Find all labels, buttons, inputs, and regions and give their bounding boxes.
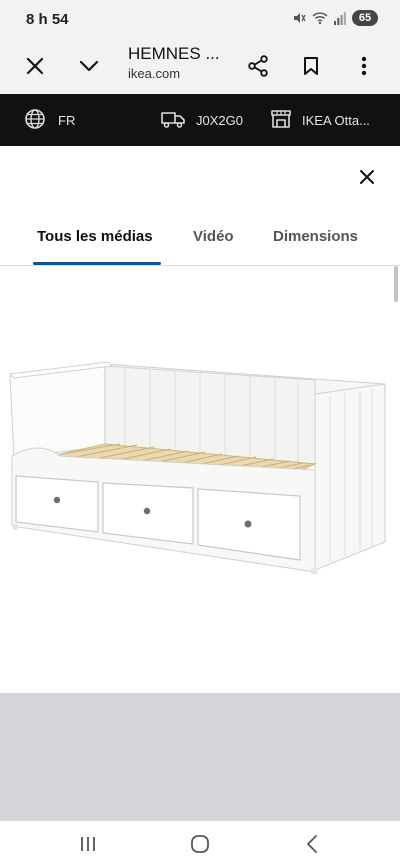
globe-icon xyxy=(24,108,46,133)
product-image[interactable] xyxy=(0,346,400,586)
page-title: HEMNES ... xyxy=(128,44,220,63)
store-label: IKEA Otta... xyxy=(302,112,370,128)
system-nav-bar xyxy=(0,821,400,867)
signal-icon xyxy=(334,11,346,25)
browser-toolbar: HEMNES ... ikea.com xyxy=(0,38,400,94)
media-sheet: Tous les médias Vidéo Dimensions xyxy=(0,146,400,821)
back-icon[interactable] xyxy=(292,829,332,859)
share-icon[interactable] xyxy=(243,51,273,81)
page-url: ikea.com xyxy=(128,66,181,81)
media-tabs: Tous les médias Vidéo Dimensions xyxy=(0,224,400,266)
postal-code-label: J0X2G0 xyxy=(196,112,243,128)
mute-icon xyxy=(292,11,306,25)
ikea-top-bar: FR J0X2G0 IKEA Otta... xyxy=(0,94,400,146)
status-time: 8 h 54 xyxy=(26,11,69,28)
active-tab-indicator xyxy=(33,262,161,265)
store-selector[interactable]: IKEA Otta... xyxy=(270,94,370,146)
home-icon[interactable] xyxy=(180,829,220,859)
wifi-icon xyxy=(312,11,328,25)
bookmark-icon[interactable] xyxy=(296,51,326,81)
status-bar: 8 h 54 65 xyxy=(0,0,400,38)
tab-dimensions[interactable]: Dimensions xyxy=(273,228,358,245)
truck-icon xyxy=(160,109,186,132)
close-icon[interactable] xyxy=(352,162,382,192)
scrollbar[interactable] xyxy=(394,266,398,302)
chevron-down-icon[interactable] xyxy=(74,51,104,81)
tab-all-media[interactable]: Tous les médias xyxy=(37,228,153,245)
postal-code-selector[interactable]: J0X2G0 xyxy=(160,94,243,146)
battery-indicator: 65 xyxy=(352,10,378,26)
next-media-thumbnail[interactable] xyxy=(0,693,400,821)
store-icon xyxy=(270,109,292,132)
language-label: FR xyxy=(58,112,76,128)
more-vert-icon[interactable] xyxy=(349,51,379,81)
close-icon[interactable] xyxy=(20,51,50,81)
status-icons: 65 xyxy=(292,10,378,26)
tab-video[interactable]: Vidéo xyxy=(193,228,234,245)
recent-apps-icon[interactable] xyxy=(68,829,108,859)
language-selector[interactable]: FR xyxy=(24,94,75,146)
